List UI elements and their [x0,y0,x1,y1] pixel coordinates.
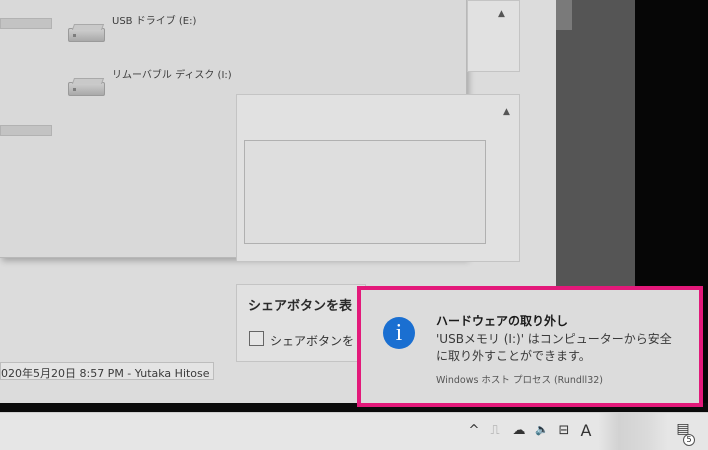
text-area[interactable] [244,140,486,244]
volume-icon[interactable]: 🔈 [533,423,551,436]
toast-message: 'USBメモリ (I:)' はコンピューターから安全に取り外すことができます。 [436,332,672,363]
network-icon[interactable]: ⊟ [555,423,573,438]
ime-mode-icon[interactable]: A [578,421,594,440]
toast-title: ハードウェアの取り外し [436,314,569,328]
drive-label: USB ドライブ (E:) [112,16,197,27]
scrollbar-thumb[interactable] [556,0,572,30]
collapsible-panel: ▲ [467,0,520,72]
share-checkbox-label: シェアボタンを [270,334,355,348]
share-section-title: シェアボタンを表 [248,299,353,314]
share-checkbox[interactable] [249,331,264,346]
progress-bar [0,125,52,136]
notification-count-badge: 5 [683,434,695,446]
progress-bar [0,18,52,29]
drive-label: リムーバブル ディスク (I:) [112,70,232,81]
usb-device-icon[interactable]: ⎍ [487,423,503,438]
taskbar: ^ ⎍ ☁ 🔈 ⊟ A ▤ [0,412,708,450]
usb-drive-icon [68,28,105,42]
collapse-caret-icon[interactable]: ▲ [503,107,510,117]
toast-source: Windows ホスト プロセス (Rundll32) [436,375,603,386]
clock-area[interactable] [598,413,668,450]
info-icon: i [383,317,415,349]
toast-notification[interactable]: i ハードウェアの取り外し 'USBメモリ (I:)' はコンピューターから安全… [357,286,703,407]
post-meta: 020年5月20日 8:57 PM - Yutaka Hitose [0,362,214,380]
show-hidden-icons-icon[interactable]: ^ [466,423,482,438]
removable-disk-icon [68,82,105,96]
onedrive-cloud-icon[interactable]: ☁ [510,423,528,438]
collapse-caret-icon[interactable]: ▲ [498,9,505,19]
